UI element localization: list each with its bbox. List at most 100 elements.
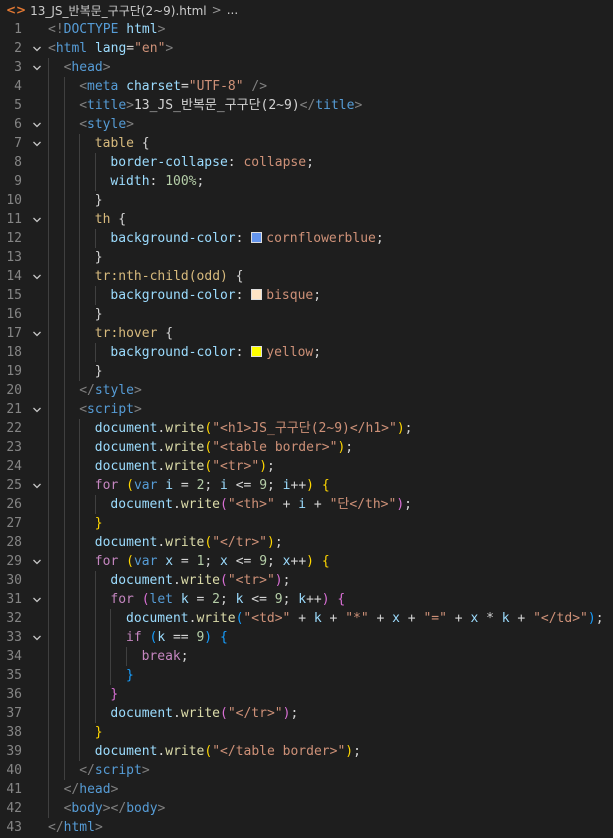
- code-editor[interactable]: 1 <!DOCTYPE html> 2 <html lang="en"> 3 <head>…: [0, 20, 613, 838]
- fold-chevron-down-icon[interactable]: [29, 58, 45, 77]
- code-token: th: [94, 212, 111, 227]
- code-line[interactable]: 4 <meta charset="UTF-8" />: [0, 77, 613, 96]
- code-line[interactable]: 33 if (k == 9) {: [0, 628, 613, 647]
- code-line[interactable]: 15 background-color: bisque;: [0, 286, 613, 305]
- code-token: >: [94, 820, 103, 835]
- indent-guide: [63, 381, 65, 400]
- code-line[interactable]: 35}: [0, 666, 613, 685]
- fold-chevron-down-icon[interactable]: [29, 210, 45, 229]
- code-line[interactable]: 10}: [0, 191, 613, 210]
- code-content: if (k == 9) {: [126, 628, 228, 647]
- code-line[interactable]: 17 tr:hover {: [0, 324, 613, 343]
- indent-guide: [48, 134, 49, 153]
- code-line[interactable]: 9 width: 100%;: [0, 172, 613, 191]
- code-token: }: [94, 193, 103, 208]
- indent-guide: [79, 343, 81, 362]
- code-line[interactable]: 34 break;: [0, 647, 613, 666]
- code-line[interactable]: 25 for (var i = 2; i <= 9; i++) {: [0, 476, 613, 495]
- code-line[interactable]: 21 <script>: [0, 400, 613, 419]
- code-line[interactable]: 27}: [0, 514, 613, 533]
- code-line[interactable]: 26 document.write("<th>" + i + "단</th>");: [0, 495, 613, 514]
- code-token: "<th>": [227, 497, 275, 512]
- indent-guide: [48, 191, 49, 210]
- code-token: write: [180, 706, 220, 721]
- code-token: html: [55, 41, 88, 56]
- code-line[interactable]: 22 document.write("<h1>JS_구구단(2~9)</h1>")…: [0, 419, 613, 438]
- code-content: <meta charset="UTF-8" />: [79, 77, 267, 96]
- code-token: k: [298, 592, 307, 607]
- code-line[interactable]: 1 <!DOCTYPE html>: [0, 20, 613, 39]
- fold-chevron-down-icon[interactable]: [29, 134, 45, 153]
- indent-guide: [79, 476, 81, 495]
- code-content: <head>: [64, 58, 111, 77]
- indent-guide: [63, 495, 65, 514]
- indent-guide: [48, 286, 49, 305]
- code-line[interactable]: 20 </style>: [0, 381, 613, 400]
- code-token: document: [94, 744, 158, 759]
- line-number: 12: [6, 231, 22, 246]
- fold-chevron-down-icon[interactable]: [29, 39, 45, 58]
- code-line[interactable]: 3 <head>: [0, 58, 613, 77]
- code-line[interactable]: 13}: [0, 248, 613, 267]
- code-line[interactable]: 32 document.write("<td>" + k + "*" + x + …: [0, 609, 613, 628]
- code-line[interactable]: 23 document.write("<table border>");: [0, 438, 613, 457]
- color-swatch-bisque[interactable]: [251, 289, 263, 300]
- code-line[interactable]: 40 </script>: [0, 761, 613, 780]
- indent-guide: [63, 628, 65, 647]
- code-line[interactable]: 19}: [0, 362, 613, 381]
- fold-chevron-down-icon[interactable]: [29, 476, 45, 495]
- indent-guide: [48, 685, 49, 704]
- fold-chevron-down-icon[interactable]: [29, 267, 45, 286]
- breadcrumb-ellipsis[interactable]: ...: [227, 3, 238, 17]
- code-line[interactable]: 39 document.write("</table border>");: [0, 742, 613, 761]
- fold-chevron-down-icon[interactable]: [29, 552, 45, 571]
- color-swatch-yellow[interactable]: [251, 346, 263, 357]
- code-line[interactable]: 31 for (let k = 2; k <= 9; k++) {: [0, 590, 613, 609]
- code-token: ): [306, 478, 314, 493]
- fold-chevron-down-icon[interactable]: [29, 324, 45, 343]
- indent-guide: [48, 229, 49, 248]
- code-token: >: [126, 117, 134, 132]
- code-line[interactable]: 5 <title>13_JS_반복문_구구단(2~9)</title>: [0, 96, 613, 115]
- indent-guide: [94, 590, 96, 609]
- code-content: background-color: bisque;: [110, 286, 321, 305]
- indent-guide: [63, 96, 65, 115]
- indent-guide: [48, 248, 49, 267]
- fold-chevron-down-icon[interactable]: [29, 628, 45, 647]
- code-line[interactable]: 41 </head>: [0, 780, 613, 799]
- code-line[interactable]: 38}: [0, 723, 613, 742]
- code-line[interactable]: 14 tr:nth-child(odd) {: [0, 267, 613, 286]
- code-line[interactable]: 6 <style>: [0, 115, 613, 134]
- code-token: i: [298, 497, 307, 512]
- code-line[interactable]: 7 table {: [0, 134, 613, 153]
- code-token: "<tr>": [227, 573, 275, 588]
- fold-chevron-down-icon[interactable]: [29, 400, 45, 419]
- code-line[interactable]: 2 <html lang="en">: [0, 39, 613, 58]
- code-line[interactable]: 24 document.write("<tr>");: [0, 457, 613, 476]
- code-line[interactable]: 8 border-collapse: collapse;: [0, 153, 613, 172]
- code-line[interactable]: 11 th {: [0, 210, 613, 229]
- code-line[interactable]: 16}: [0, 305, 613, 324]
- breadcrumb[interactable]: <> 13_JS_반복문_구구단(2~9).html > ...: [0, 0, 613, 20]
- indent-guide: [79, 324, 81, 343]
- code-token: write: [165, 440, 205, 455]
- code-line[interactable]: 43 </html>: [0, 818, 613, 837]
- line-number: 8: [14, 155, 22, 170]
- code-token: {: [321, 478, 330, 493]
- line-number: 7: [14, 136, 22, 151]
- code-token: :: [235, 288, 252, 303]
- code-line[interactable]: 36}: [0, 685, 613, 704]
- code-line[interactable]: 12 background-color: cornflowerblue;: [0, 229, 613, 248]
- code-line[interactable]: 28 document.write("</tr>");: [0, 533, 613, 552]
- fold-chevron-down-icon[interactable]: [29, 115, 45, 134]
- breadcrumb-file-name[interactable]: 13_JS_반복문_구구단(2~9).html: [30, 2, 207, 19]
- code-line[interactable]: 29 for (var x = 1; x <= 9; x++) {: [0, 552, 613, 571]
- code-line[interactable]: 42 <body></body>: [0, 799, 613, 818]
- code-line[interactable]: 30 document.write("<tr>");: [0, 571, 613, 590]
- code-line[interactable]: 18 background-color: yellow;: [0, 343, 613, 362]
- code-line[interactable]: 37 document.write("</tr>");: [0, 704, 613, 723]
- color-swatch-cornflowerblue[interactable]: [251, 232, 263, 243]
- fold-chevron-down-icon[interactable]: [29, 590, 45, 609]
- code-content: document.write("<tr>");: [110, 571, 290, 590]
